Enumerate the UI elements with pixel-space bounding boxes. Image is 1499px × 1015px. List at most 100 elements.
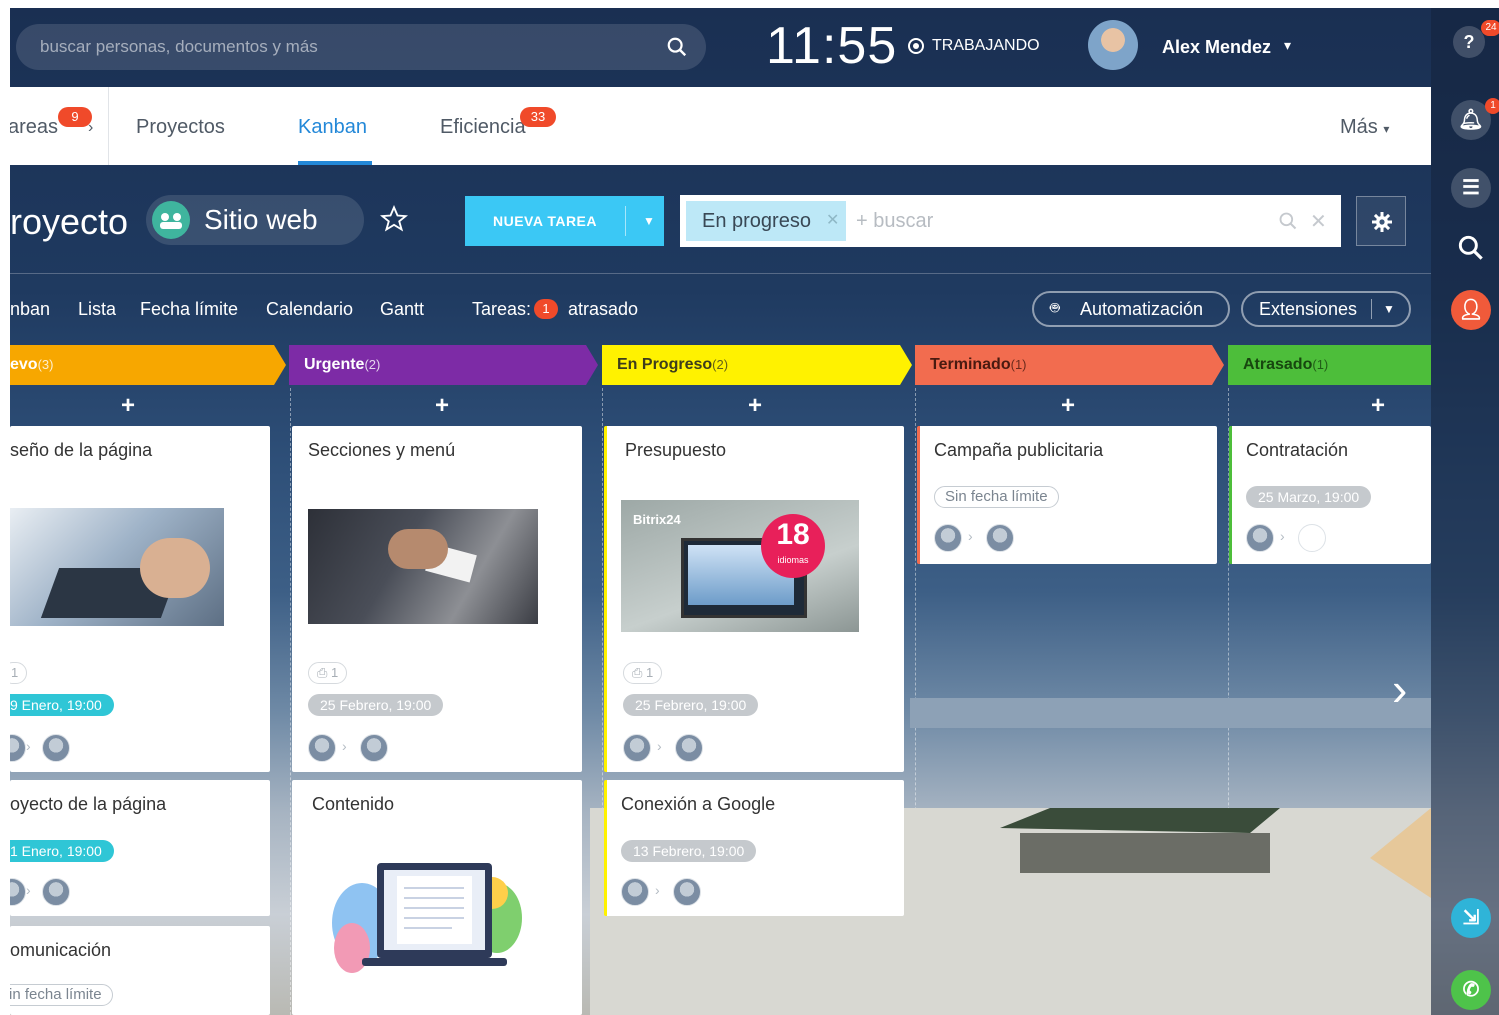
chat-icon[interactable]: ☰ bbox=[1451, 168, 1491, 208]
avatar[interactable] bbox=[673, 878, 701, 906]
view-deadline[interactable]: Fecha límite bbox=[140, 299, 238, 320]
search-input[interactable]: buscar personas, documentos y más bbox=[40, 24, 318, 70]
avatar[interactable] bbox=[10, 734, 26, 762]
view-gantt[interactable]: Gantt bbox=[380, 299, 424, 320]
deadline-badge[interactable]: 25 Febrero, 19:00 bbox=[623, 694, 759, 716]
task-card[interactable]: Contratación 25 Marzo, 19:00 › bbox=[1229, 426, 1431, 564]
deadline-badge[interactable]: 25 Marzo, 19:00 bbox=[1246, 486, 1372, 508]
deadline-badge[interactable]: 25 Febrero, 19:00 bbox=[308, 694, 444, 716]
filter-chip[interactable]: En progreso ✕ bbox=[686, 201, 846, 241]
scroll-right-icon[interactable]: › bbox=[1392, 662, 1407, 716]
task-card[interactable]: Contenido bbox=[292, 780, 582, 1015]
phone-icon[interactable]: ✆ bbox=[1451, 970, 1491, 1010]
tab-eficiencia[interactable]: Eficiencia bbox=[440, 116, 526, 139]
page-title: royecto bbox=[10, 201, 129, 242]
chevron-right-icon: › bbox=[655, 882, 660, 898]
add-task-button[interactable]: + bbox=[1371, 392, 1385, 420]
avatar[interactable] bbox=[1088, 20, 1138, 70]
deadline-badge[interactable]: 1 Enero, 19:00 bbox=[10, 840, 114, 862]
add-task-button[interactable]: + bbox=[121, 392, 135, 420]
avatar[interactable] bbox=[360, 734, 388, 762]
help-icon[interactable]: ? bbox=[1453, 26, 1485, 58]
column-header-urgente[interactable]: Urgente(2) bbox=[304, 345, 380, 385]
add-task-button[interactable]: + bbox=[748, 392, 762, 420]
avatar[interactable] bbox=[42, 878, 70, 906]
column-header-terminado[interactable]: Terminado(1) bbox=[930, 345, 1027, 385]
card-title[interactable]: Contenido bbox=[312, 794, 394, 815]
open-lines-icon[interactable]: ⇲ bbox=[1451, 898, 1491, 938]
work-status-icon[interactable] bbox=[908, 38, 924, 54]
more-menu[interactable]: Más ▾ bbox=[1340, 116, 1389, 139]
task-card[interactable]: oyecto de la página 1 Enero, 19:00 › bbox=[10, 780, 270, 916]
clear-icon[interactable]: ✕ bbox=[1310, 209, 1327, 234]
avatar[interactable] bbox=[10, 878, 26, 906]
top-nav: Tareas 9 › Proyectos Kanban Eficiencia 3… bbox=[10, 87, 1431, 165]
work-status[interactable]: TRABAJANDO bbox=[932, 37, 1040, 55]
avatar[interactable] bbox=[623, 734, 651, 762]
task-card[interactable]: Conexión a Google 13 Febrero, 19:00 › bbox=[604, 780, 904, 916]
chevron-right-icon[interactable]: › bbox=[88, 119, 93, 137]
automation-button[interactable]: 🤖︎ Automatización bbox=[1032, 291, 1230, 327]
add-task-button[interactable]: + bbox=[1061, 392, 1075, 420]
task-card[interactable]: omunicación in fecha límite bbox=[10, 926, 270, 1015]
user-profile-icon[interactable]: 👤︎ bbox=[1451, 290, 1491, 330]
view-calendar[interactable]: Calendario bbox=[266, 299, 353, 320]
column-header-atrasado[interactable]: Atrasado(1) bbox=[1243, 345, 1328, 385]
tab-kanban[interactable]: Kanban bbox=[298, 116, 367, 139]
deadline-badge[interactable]: 13 Febrero, 19:00 bbox=[621, 840, 757, 862]
chevron-right-icon: › bbox=[26, 738, 31, 754]
card-title[interactable]: omunicación bbox=[10, 940, 111, 961]
column-header-en-progreso[interactable]: En Progreso(2) bbox=[617, 345, 728, 385]
task-card[interactable]: Presupuesto Bitrix24 18 idiomas ⎙ 1 25 F… bbox=[604, 426, 904, 772]
avatar[interactable] bbox=[42, 734, 70, 762]
add-task-button[interactable]: + bbox=[435, 392, 449, 420]
project-selector[interactable]: Sitio web bbox=[146, 195, 364, 245]
settings-button[interactable] bbox=[1356, 196, 1406, 246]
global-search[interactable]: buscar personas, documentos y más bbox=[16, 24, 706, 70]
tab-proyectos[interactable]: Proyectos bbox=[136, 116, 225, 139]
search-icon[interactable] bbox=[666, 36, 688, 58]
avatar[interactable] bbox=[986, 524, 1014, 552]
search-icon[interactable] bbox=[1455, 232, 1487, 264]
avatar[interactable] bbox=[675, 734, 703, 762]
search-icon[interactable] bbox=[1278, 211, 1298, 231]
column-title: Urgente bbox=[304, 356, 365, 373]
overdue-label[interactable]: atrasado bbox=[568, 299, 638, 320]
card-title[interactable]: Presupuesto bbox=[625, 440, 726, 461]
task-card[interactable]: Campaña publicitaria Sin fecha límite › bbox=[917, 426, 1217, 564]
tab-tareas[interactable]: Tareas bbox=[10, 116, 58, 139]
avatar[interactable] bbox=[621, 878, 649, 906]
card-title[interactable]: seño de la página bbox=[10, 440, 152, 461]
task-card[interactable]: Secciones y menú ⎙ 1 25 Febrero, 19:00 › bbox=[292, 426, 582, 772]
chevron-down-icon[interactable]: ▼ bbox=[635, 196, 663, 246]
star-icon[interactable] bbox=[380, 205, 408, 233]
column-header-nuevo[interactable]: evo(3) bbox=[10, 345, 53, 385]
no-deadline-badge[interactable]: Sin fecha límite bbox=[934, 486, 1059, 508]
card-title[interactable]: Campaña publicitaria bbox=[934, 440, 1103, 461]
chevron-down-icon[interactable]: ▼ bbox=[1383, 293, 1395, 325]
filter-bar[interactable]: En progreso ✕ + buscar ✕ bbox=[680, 195, 1341, 247]
project-group-icon bbox=[152, 201, 190, 239]
no-deadline-badge[interactable]: in fecha límite bbox=[10, 984, 113, 1006]
card-title[interactable]: Contratación bbox=[1246, 440, 1348, 461]
column-title: En Progreso bbox=[617, 356, 713, 373]
view-list[interactable]: Lista bbox=[78, 299, 116, 320]
task-card[interactable]: seño de la página 1 9 Enero, 19:00 › bbox=[10, 426, 270, 772]
filter-search-input[interactable]: + buscar bbox=[856, 195, 933, 247]
overdue-count-badge[interactable]: 1 bbox=[534, 299, 558, 319]
deadline-badge[interactable]: 9 Enero, 19:00 bbox=[10, 694, 114, 716]
chevron-down-icon[interactable]: ▾ bbox=[1284, 37, 1291, 54]
clock[interactable]: 11:55 bbox=[766, 16, 897, 76]
close-icon[interactable]: ✕ bbox=[826, 201, 839, 241]
avatar[interactable] bbox=[1246, 524, 1274, 552]
card-title[interactable]: Conexión a Google bbox=[621, 794, 775, 815]
avatar[interactable] bbox=[1298, 524, 1326, 552]
card-title[interactable]: oyecto de la página bbox=[10, 794, 166, 815]
new-task-button[interactable]: NUEVA TAREA ▼ bbox=[465, 196, 664, 246]
avatar[interactable] bbox=[934, 524, 962, 552]
extensions-button[interactable]: Extensiones ▼ bbox=[1241, 291, 1411, 327]
view-kanban[interactable]: nban bbox=[10, 299, 50, 320]
avatar[interactable] bbox=[308, 734, 336, 762]
user-name[interactable]: Alex Mendez bbox=[1162, 37, 1271, 58]
card-title[interactable]: Secciones y menú bbox=[308, 440, 455, 461]
